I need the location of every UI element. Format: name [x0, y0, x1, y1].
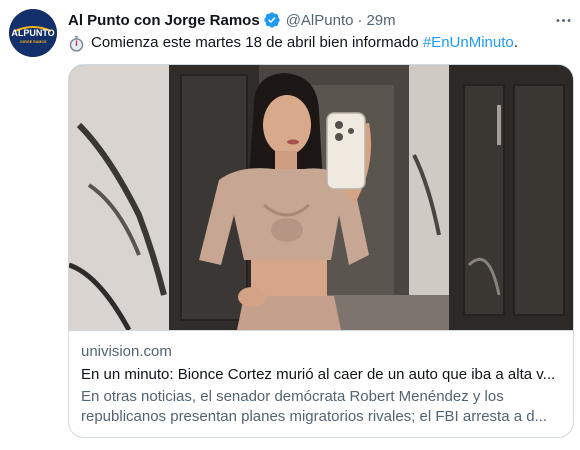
card-body[interactable]: univision.com En un minuto: Bionce Corte…: [69, 330, 573, 427]
tweet-text-end: .: [513, 34, 518, 51]
avatar[interactable]: ALPUNTO JORGE RAMOS: [9, 9, 57, 57]
avatar-logo: ALPUNTO JORGE RAMOS: [9, 9, 57, 57]
verified-badge-icon[interactable]: [263, 11, 281, 29]
card-title[interactable]: En un minuto: Bionce Cortez murió al cae…: [81, 365, 563, 385]
tweet-text-main: Comienza este martes 18 de abril bien in…: [91, 34, 423, 51]
hashtag-link[interactable]: #EnUnMinuto: [423, 33, 514, 53]
more-options-icon[interactable]: [552, 10, 574, 30]
card-description-line-2: republicanos presentan planes migratorio…: [81, 408, 548, 425]
handle[interactable]: @AlPunto: [286, 12, 354, 29]
stopwatch-icon: [68, 35, 85, 52]
tweet[interactable]: ALPUNTO JORGE RAMOS Al Punto con Jorge R…: [0, 0, 580, 450]
tweet-header: Al Punto con Jorge Ramos @AlPunto · 29m: [68, 10, 396, 30]
separator-dot: ·: [357, 11, 363, 29]
card-image[interactable]: [69, 65, 573, 330]
card-description-line-1: En otras noticias, el senador demócrata …: [81, 388, 504, 405]
avatar-logo-text: ALPUNTO: [11, 28, 54, 38]
tweet-text: Comienza este martes 18 de abril bien in…: [68, 33, 518, 53]
avatar-logo-subtext: JORGE RAMOS: [20, 40, 48, 44]
card-domain: univision.com: [81, 343, 172, 360]
display-name[interactable]: Al Punto con Jorge Ramos: [68, 12, 260, 29]
link-card[interactable]: univision.com En un minuto: Bionce Corte…: [68, 64, 574, 438]
timestamp[interactable]: 29m: [366, 12, 395, 29]
card-description: En otras noticias, el senador demócrata …: [81, 387, 563, 427]
